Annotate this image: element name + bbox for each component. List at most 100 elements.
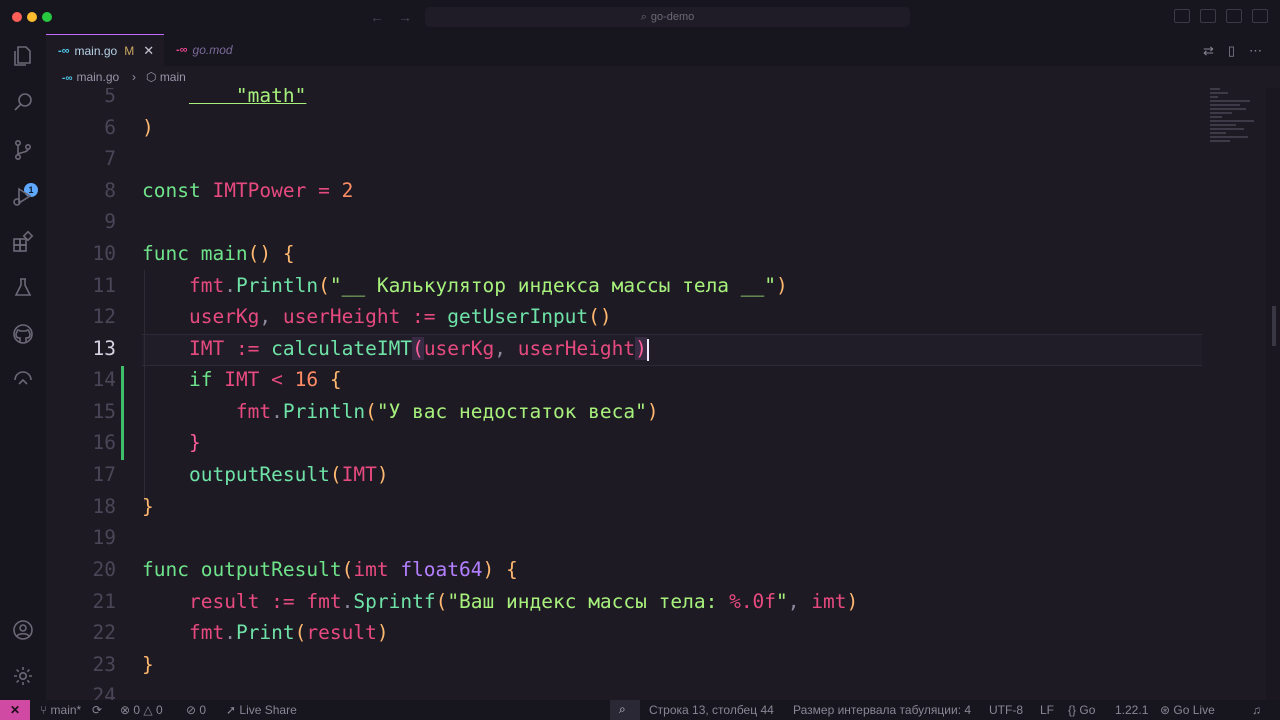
- line-number: 23: [92, 653, 116, 676]
- customize-layout-icon[interactable]: [1252, 9, 1268, 23]
- sync-icon[interactable]: ⟳: [92, 703, 102, 717]
- explorer-icon[interactable]: [11, 44, 35, 68]
- notifications-bell-icon[interactable]: ♫: [1252, 703, 1261, 717]
- remote-explorer-icon[interactable]: [11, 368, 35, 392]
- accounts-icon[interactable]: [11, 618, 35, 642]
- branch-icon: ⑂: [40, 703, 51, 717]
- line-number: 15: [92, 400, 116, 423]
- search-icon: ⌕: [640, 11, 647, 23]
- text-cursor: [646, 338, 649, 361]
- code-line-14: if IMT < 16 {: [188, 368, 342, 391]
- code-line-8: const IMTPower = 2: [142, 179, 354, 202]
- code-line-23: }: [142, 653, 154, 676]
- code-line-13: IMT := calculateIMT(userKg, userHeight): [188, 337, 649, 361]
- line-number: 16: [92, 431, 116, 454]
- line-number: 7: [104, 147, 116, 170]
- navigation-arrows[interactable]: ←→: [370, 9, 426, 25]
- breadcrumb-symbol[interactable]: ⬡ main: [146, 70, 186, 84]
- testing-icon[interactable]: [11, 276, 35, 300]
- indentation-indicator[interactable]: Размер интервала табуляции: 4: [793, 703, 971, 717]
- code-line-22: fmt.Print(result): [188, 621, 389, 644]
- eol-indicator[interactable]: LF: [1040, 703, 1054, 717]
- close-tab-icon[interactable]: ✕: [143, 43, 154, 59]
- line-number: 11: [92, 274, 116, 297]
- breadcrumb-file[interactable]: -∞ main.go: [62, 70, 119, 84]
- more-actions-icon[interactable]: ⋯: [1249, 43, 1262, 59]
- code-line-12: userKg, userHeight := getUserInput(): [188, 305, 612, 328]
- code-line-17: outputResult(IMT): [188, 463, 389, 486]
- line-number: 22: [92, 621, 116, 644]
- live-share-icon: ➚: [226, 703, 240, 717]
- error-icon: ⊗: [120, 703, 134, 717]
- settings-gear-icon[interactable]: [11, 664, 35, 688]
- line-number: 12: [92, 305, 116, 328]
- title-bar: ←→ ⌕ go-demo: [0, 0, 1280, 34]
- code-line-21: result := fmt.Sprintf("Ваш индекс массы …: [188, 590, 859, 613]
- zoom-icon[interactable]: ⌕: [610, 700, 640, 720]
- minimap[interactable]: [1210, 88, 1270, 178]
- code-line-10: func main() {: [142, 242, 295, 265]
- compare-changes-icon[interactable]: ⇄: [1203, 43, 1214, 59]
- command-center-search[interactable]: ⌕ go-demo: [425, 7, 910, 27]
- editor-tabs: -∞ main.go M ✕ -∞ go.mod ⇄ ▯ ⋯: [46, 34, 1280, 66]
- code-line-11: fmt.Println("__ Калькулятор индекса масс…: [188, 274, 788, 297]
- zoom-window-button[interactable]: [42, 12, 52, 22]
- line-number: 10: [92, 242, 116, 265]
- line-number: 17: [92, 463, 116, 486]
- line-number: 5: [104, 88, 116, 107]
- code-line-15: fmt.Println("У вас недостаток веса"): [235, 400, 659, 423]
- split-editor-icon[interactable]: ▯: [1228, 43, 1235, 59]
- breadcrumb: -∞ main.go › ⬡ main: [46, 66, 1280, 88]
- language-mode[interactable]: {} Go: [1068, 703, 1095, 717]
- line-number: 13: [92, 337, 116, 360]
- git-added-lines-marker: [121, 366, 124, 460]
- go-file-icon: -∞: [62, 73, 73, 84]
- code-editor[interactable]: 5 6 7 8 9 10 11 12 13 14 15 16 17 18 19 20 21 22 23 24 "mat…: [46, 88, 1280, 700]
- problems-indicator[interactable]: ⊗ 0 △ 0: [120, 703, 163, 717]
- go-file-icon: -∞: [58, 44, 70, 57]
- source-control-icon[interactable]: [11, 138, 35, 162]
- line-number: 20: [92, 558, 116, 581]
- breadcrumb-separator-icon: ›: [132, 70, 136, 84]
- code-line-5: "math": [188, 88, 307, 107]
- live-share-button[interactable]: ➚ Live Share: [226, 703, 297, 717]
- line-number: 14: [92, 368, 116, 391]
- toggle-panel-icon[interactable]: [1200, 9, 1216, 23]
- code-line-16: }: [188, 431, 201, 454]
- toggle-secondary-sidebar-icon[interactable]: [1226, 9, 1242, 23]
- line-number: 18: [92, 495, 116, 518]
- go-mod-file-icon: -∞: [176, 44, 188, 56]
- search-icon[interactable]: [11, 90, 35, 114]
- code-line-20: func outputResult(imt float64) {: [142, 558, 518, 581]
- go-live-button[interactable]: ⊛ Go Live: [1160, 703, 1215, 717]
- branch-indicator[interactable]: ⑂ main*: [40, 703, 81, 717]
- code-line-18: }: [142, 495, 154, 518]
- activity-bar: 1: [0, 34, 46, 700]
- encoding-indicator[interactable]: UTF-8: [989, 703, 1023, 717]
- go-version[interactable]: 1.22.1: [1115, 703, 1148, 717]
- remote-indicator-icon[interactable]: ✕: [0, 700, 30, 720]
- extensions-icon[interactable]: [11, 230, 35, 254]
- cursor-position[interactable]: Строка 13, столбец 44: [649, 703, 774, 717]
- line-number: 21: [92, 590, 116, 613]
- tab-go-mod[interactable]: -∞ go.mod: [176, 34, 286, 66]
- close-window-button[interactable]: [12, 12, 22, 22]
- broadcast-icon: ⊛: [1160, 703, 1174, 717]
- symbol-icon: ⬡: [146, 70, 160, 84]
- ports-indicator[interactable]: ⊘ 0: [186, 703, 206, 717]
- editor-scrollbar[interactable]: [1266, 88, 1280, 700]
- github-icon[interactable]: [11, 322, 35, 346]
- line-number: 24: [92, 684, 116, 700]
- toggle-sidebar-icon[interactable]: [1174, 9, 1190, 23]
- code-line-6: ): [142, 116, 154, 139]
- run-debug-icon[interactable]: [11, 184, 35, 208]
- line-number: 6: [104, 116, 116, 139]
- warning-icon: △: [140, 703, 156, 717]
- tab-main-go[interactable]: -∞ main.go M ✕: [46, 34, 164, 66]
- minimize-window-button[interactable]: [27, 12, 37, 22]
- antenna-icon: ⊘: [186, 703, 200, 717]
- line-number: 9: [104, 210, 116, 233]
- status-bar: ✕ ⑂ main* ⟳ ⊗ 0 △ 0 ⊘ 0 ➚ Live Share ⌕ С…: [0, 700, 1280, 720]
- editor-actions: ⇄ ▯ ⋯: [1203, 43, 1262, 59]
- scrollbar-thumb[interactable]: [1272, 306, 1276, 346]
